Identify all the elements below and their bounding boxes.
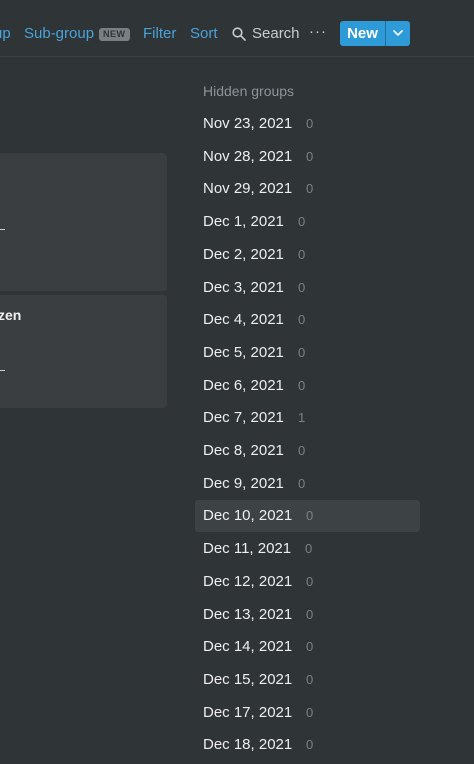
hidden-group-label: Dec 10, 2021 — [203, 507, 293, 525]
hidden-group-item[interactable]: Dec 1, 2021 0 — [195, 206, 420, 238]
hidden-group-label: Dec 5, 2021 — [203, 343, 284, 361]
hidden-group-label: Dec 14, 2021 — [203, 638, 293, 656]
hidden-group-count: 0 — [298, 246, 306, 262]
hidden-group-label: Nov 23, 2021 — [203, 115, 293, 132]
hidden-group-item[interactable]: Dec 6, 2021 0 — [195, 370, 420, 402]
board-card[interactable] — [0, 153, 167, 291]
hidden-group-label: Dec 4, 2021 — [203, 311, 284, 329]
hidden-groups-title: Hidden groups — [203, 83, 295, 99]
hidden-group-label: Dec 1, 2021 — [203, 213, 284, 231]
new-button-label: New — [347, 25, 378, 42]
hidden-group-item[interactable]: Dec 3, 2021 0 — [195, 272, 420, 304]
hidden-group-item[interactable]: Nov 29, 2021 0 — [195, 173, 420, 205]
hidden-group-count: 0 — [305, 541, 313, 557]
hidden-group-item[interactable]: Dec 14, 2021 0 — [195, 631, 420, 663]
hidden-group-label: Nov 28, 2021 — [203, 147, 293, 165]
new-button[interactable]: New — [340, 21, 410, 46]
hidden-group-item[interactable]: Dec 2, 2021 0 — [195, 239, 420, 271]
hidden-group-item[interactable]: Dec 17, 2021 0 — [195, 697, 420, 729]
hidden-group-count: 0 — [306, 573, 314, 589]
hidden-groups-panel: Hidden groups Nov 23, 2021 0 Nov 28, 2021 0… — [172, 66, 474, 764]
hidden-group-label: Dec 6, 2021 — [203, 376, 284, 394]
hidden-group-count: 0 — [306, 704, 314, 720]
toolbar: up Sub-group NEW Filter Sort Search ··· … — [0, 0, 474, 66]
hidden-group-item[interactable]: Dec 7, 2021 1 — [195, 402, 420, 434]
hidden-group-item[interactable]: Dec 11, 2021 0 — [195, 533, 420, 565]
hidden-group-label: Dec 3, 2021 — [203, 278, 284, 296]
hidden-group-count: 0 — [298, 279, 306, 295]
hidden-group-count: 1 — [298, 410, 306, 426]
hidden-group-label: Dec 7, 2021 — [203, 409, 284, 427]
hidden-group-item[interactable]: Dec 12, 2021 0 — [195, 566, 420, 598]
hidden-group-count: 0 — [306, 606, 314, 622]
hidden-group-item[interactable]: Dec 15, 2021 0 — [195, 664, 420, 696]
filter-button[interactable]: Filter — [143, 24, 176, 44]
hidden-group-count: 0 — [298, 344, 306, 360]
new-dropdown-button[interactable] — [386, 21, 410, 46]
hidden-group-label: Dec 12, 2021 — [203, 572, 293, 590]
more-options-icon[interactable]: ··· — [309, 22, 327, 42]
hidden-group-count: 0 — [306, 181, 314, 197]
hidden-group-item[interactable]: Dec 8, 2021 0 — [195, 435, 420, 467]
hidden-group-count: 0 — [306, 116, 314, 131]
search-button[interactable]: Search — [232, 24, 300, 44]
toolbar-divider — [0, 56, 474, 57]
hidden-group-item[interactable]: Dec 18, 2021 0 — [195, 729, 420, 761]
hidden-group-item[interactable]: Dec 4, 2021 0 — [195, 304, 420, 336]
hidden-group-item[interactable]: Nov 23, 2021 0 — [195, 108, 420, 140]
search-label: Search — [252, 25, 300, 42]
hidden-group-count: 0 — [306, 737, 314, 753]
hidden-group-item[interactable]: Dec 9, 2021 0 — [195, 468, 420, 500]
hidden-group-label: Dec 9, 2021 — [203, 474, 284, 492]
group-button[interactable]: up — [0, 24, 11, 44]
board-view: up Sub-group NEW Filter Sort Search ··· … — [0, 0, 474, 764]
hidden-group-count: 0 — [298, 312, 306, 328]
hidden-group-count: 0 — [298, 475, 306, 491]
hidden-group-label: Dec 17, 2021 — [203, 703, 293, 721]
card-property-mark — [0, 370, 5, 371]
subgroup-button[interactable]: Sub-group — [24, 24, 94, 44]
chevron-down-icon — [393, 30, 403, 36]
hidden-group-item[interactable]: Dec 13, 2021 0 — [195, 599, 420, 631]
hidden-group-count: 0 — [306, 508, 314, 524]
hidden-group-item[interactable]: Dec 5, 2021 0 — [195, 337, 420, 369]
hidden-group-count: 0 — [298, 377, 306, 393]
new-badge: NEW — [99, 28, 130, 41]
hidden-group-label: Nov 29, 2021 — [203, 180, 293, 198]
hidden-group-count: 0 — [306, 639, 314, 655]
card-title: zen — [0, 307, 22, 323]
hidden-group-label: Dec 15, 2021 — [203, 670, 293, 688]
hidden-group-label: Dec 13, 2021 — [203, 605, 293, 623]
hidden-group-label: Dec 2, 2021 — [203, 245, 284, 263]
search-icon — [232, 27, 246, 41]
sort-button[interactable]: Sort — [190, 24, 218, 44]
card-property-mark — [0, 229, 5, 230]
board-card[interactable]: zen — [0, 295, 167, 408]
hidden-group-count: 0 — [306, 148, 314, 164]
hidden-group-item[interactable]: Nov 28, 2021 0 — [195, 141, 420, 173]
hidden-group-label: Dec 11, 2021 — [203, 540, 292, 558]
hidden-group-count: 0 — [298, 214, 306, 230]
hidden-group-label: Dec 8, 2021 — [203, 442, 284, 459]
hidden-group-count: 0 — [298, 443, 306, 458]
hidden-group-item[interactable]: Dec 10, 2021 0 — [195, 500, 420, 533]
hidden-group-count: 0 — [306, 671, 314, 687]
hidden-group-label: Dec 18, 2021 — [203, 736, 293, 754]
